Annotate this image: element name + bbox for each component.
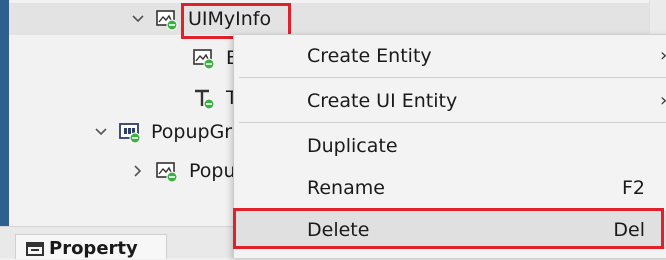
- chevron-down-icon[interactable]: [95, 126, 107, 138]
- menu-item-label: Create UI Entity: [307, 90, 458, 112]
- popup-group-icon: [119, 122, 141, 144]
- tab-property[interactable]: Property: [15, 234, 167, 259]
- property-panel-icon: [26, 241, 44, 260]
- tree-node-label: PopupGr: [151, 121, 233, 143]
- window-edge: [0, 0, 9, 257]
- menu-item-rename[interactable]: Rename F2: [234, 169, 666, 207]
- menu-item-shortcut: F2: [621, 177, 645, 199]
- tree-row-uimyinfo[interactable]: UIMyInfo: [9, 3, 666, 35]
- menu-item-label: Duplicate: [307, 135, 398, 157]
- menu-item-create-ui-entity[interactable]: Create UI Entity ›: [234, 82, 666, 120]
- menu-item-label: Rename: [307, 177, 385, 199]
- image-entity-icon: [156, 161, 178, 183]
- menu-item-label: Create Entity: [307, 45, 432, 67]
- image-entity-icon: [156, 9, 178, 31]
- highlight-box-delete: [233, 208, 664, 249]
- menu-item-create-entity[interactable]: Create Entity ›: [234, 37, 666, 75]
- submenu-arrow-icon: ›: [660, 90, 666, 112]
- text-entity-icon: [193, 88, 215, 110]
- menu-separator: [239, 77, 666, 78]
- image-entity-icon: [193, 48, 215, 70]
- tree-node-label: Popu: [189, 160, 236, 182]
- submenu-arrow-icon: ›: [660, 45, 666, 67]
- menu-separator: [239, 122, 666, 123]
- chevron-down-icon[interactable]: [132, 13, 144, 25]
- menu-item-duplicate[interactable]: Duplicate: [234, 127, 666, 165]
- chevron-right-icon[interactable]: [132, 165, 144, 177]
